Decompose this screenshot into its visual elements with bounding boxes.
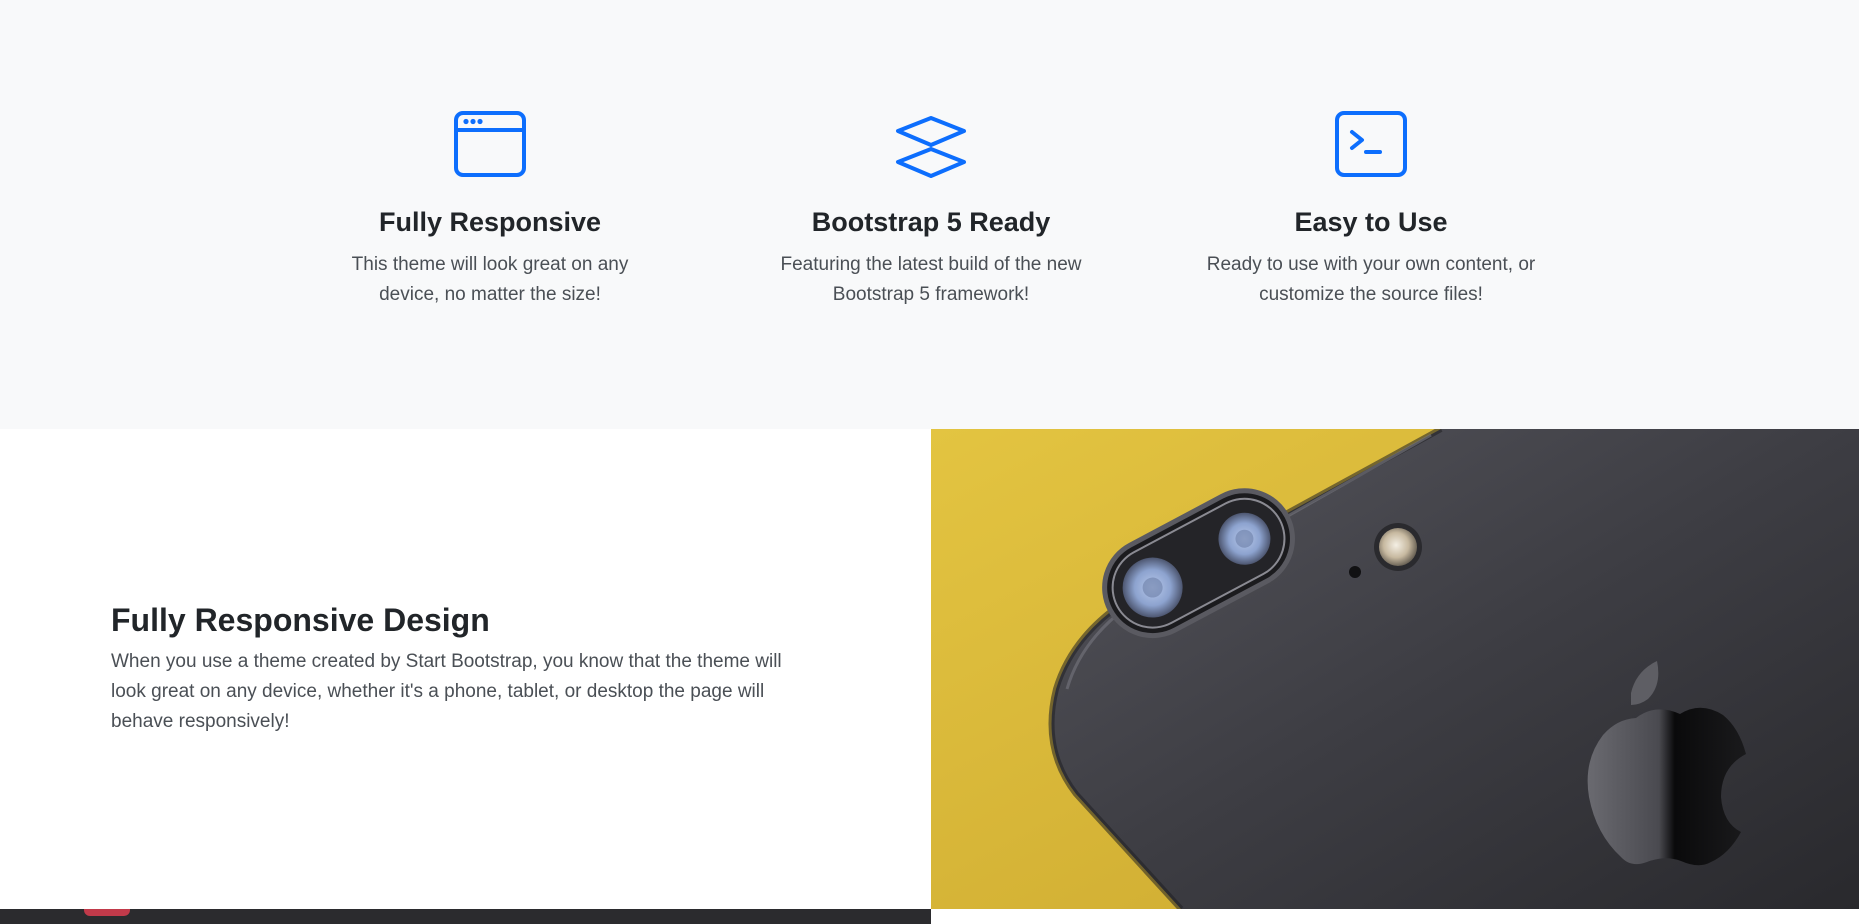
layers-icon (894, 110, 968, 178)
next-showcase-image (0, 909, 931, 924)
features-section: Fully Responsive This theme will look gr… (0, 0, 1859, 429)
feature-item: Fully Responsive This theme will look gr… (290, 110, 690, 310)
feature-description: Featuring the latest build of the new Bo… (780, 254, 1082, 305)
phone-camera-image (931, 429, 1859, 909)
feature-title: Fully Responsive (378, 207, 602, 237)
feature-description: This theme will look great on any device… (351, 254, 629, 305)
showcase-text-panel: Fully Responsive Design When you use a t… (0, 429, 931, 909)
feature-title: Bootstrap 5 Ready (811, 207, 1051, 237)
feature-item: Easy to Use Ready to use with your own c… (1171, 110, 1571, 310)
terminal-icon (1334, 110, 1408, 178)
feature-title: Easy to Use (1294, 207, 1448, 237)
showcase-description: When you use a theme created by Start Bo… (111, 651, 782, 732)
next-showcase-text-panel (931, 909, 1859, 924)
image-detail (84, 909, 130, 916)
window-icon (453, 110, 527, 178)
feature-item: Bootstrap 5 Ready Featuring the latest b… (731, 110, 1131, 310)
showcase-title: Fully Responsive Design (111, 602, 490, 638)
feature-description: Ready to use with your own content, or c… (1206, 254, 1536, 305)
